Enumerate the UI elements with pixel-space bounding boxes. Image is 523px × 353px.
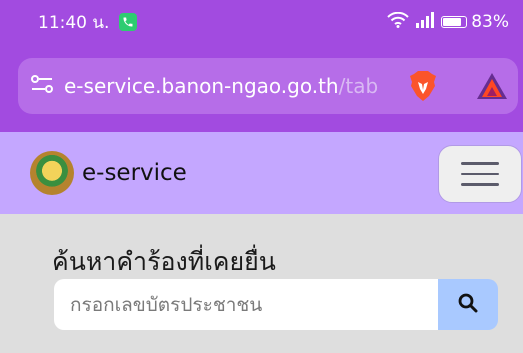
hamburger-icon xyxy=(461,162,499,165)
search-group xyxy=(54,279,498,330)
search-icon xyxy=(458,293,478,316)
site-header: e-service xyxy=(0,132,523,214)
hamburger-icon xyxy=(461,183,499,186)
status-right: 83% xyxy=(387,11,509,33)
id-card-search-input[interactable] xyxy=(54,279,438,330)
search-button[interactable] xyxy=(438,279,498,330)
signal-icon xyxy=(415,11,435,33)
site-title[interactable]: e-service xyxy=(82,160,187,186)
url-text[interactable]: e-service.banon-ngao.go.th/tab xyxy=(64,74,378,98)
battery-indicator: 83% xyxy=(441,12,509,32)
battery-percent: 83% xyxy=(471,12,509,32)
battery-icon xyxy=(441,16,468,28)
menu-button[interactable] xyxy=(438,145,522,203)
url-domain: e-service.banon-ngao.go.th xyxy=(64,74,339,98)
url-path: /tab xyxy=(338,74,379,98)
wifi-icon xyxy=(387,11,409,33)
status-left: 11:40 น. xyxy=(38,9,138,36)
phone-call-icon xyxy=(119,13,138,31)
main-content: ค้นหาคำร้องที่เคยยื่น xyxy=(0,214,523,353)
search-heading: ค้นหาคำร้องที่เคยยื่น xyxy=(52,247,276,276)
battery-fill xyxy=(443,18,462,26)
hamburger-icon xyxy=(461,172,499,176)
bat-rewards-icon[interactable] xyxy=(476,72,508,104)
municipality-logo[interactable] xyxy=(30,151,74,195)
address-bar[interactable]: e-service.banon-ngao.go.th/tab xyxy=(18,58,518,114)
browser-toolbar: e-service.banon-ngao.go.th/tab xyxy=(0,44,523,132)
site-settings-icon[interactable] xyxy=(30,74,54,98)
brave-shield-icon[interactable] xyxy=(408,70,438,106)
status-bar: 11:40 น. 83% xyxy=(0,0,523,44)
status-time: 11:40 น. xyxy=(38,12,110,33)
